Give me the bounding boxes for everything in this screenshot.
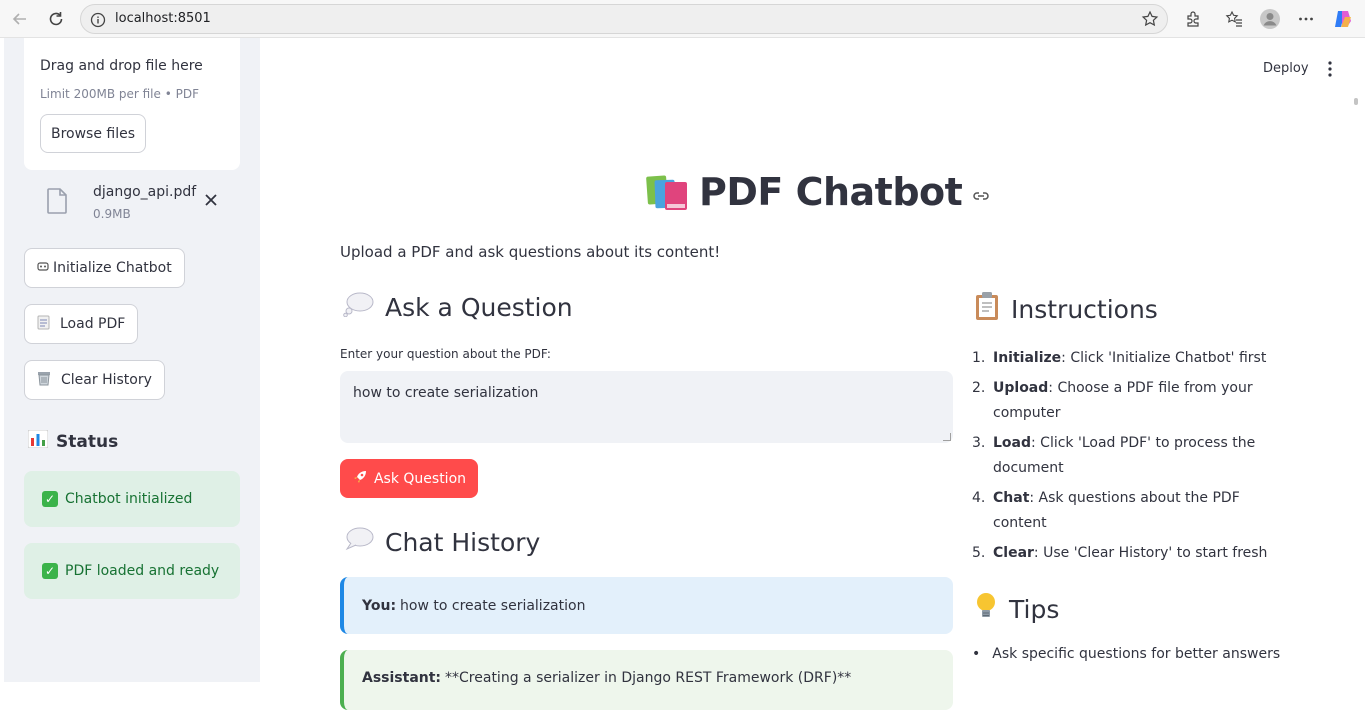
uploaded-file-item: django_api.pdf 0.9MB — [24, 178, 240, 226]
back-arrow-icon[interactable] — [8, 7, 32, 31]
page-title: PDF Chatbot — [645, 170, 990, 214]
message-text: **Creating a serializer in Django REST F… — [445, 670, 852, 686]
ask-question-heading: Ask a Question — [343, 291, 573, 323]
dropzone-title: Drag and drop file here — [40, 58, 203, 74]
instructions-title: Instructions — [1011, 294, 1158, 324]
list-item: • Ask specific questions for better answ… — [972, 646, 1280, 662]
address-bar[interactable]: localhost:8501 — [80, 4, 1168, 34]
list-item-bold: Clear — [993, 544, 1034, 561]
status-success-alert: ✓ Chatbot initialized — [24, 471, 240, 527]
light-bulb-icon — [973, 591, 999, 627]
chat-history-title: Chat History — [385, 527, 541, 557]
main-menu-icon[interactable] — [1323, 60, 1337, 78]
profile-avatar-icon[interactable] — [1258, 7, 1282, 31]
list-item: 4. Chat: Ask questions about the PDF con… — [972, 486, 1272, 537]
anchor-link-icon[interactable] — [972, 187, 990, 206]
list-item-bold: Upload — [993, 379, 1049, 396]
browser-toolbar: localhost:8501 — [0, 0, 1365, 38]
file-size: 0.9MB — [93, 207, 131, 221]
clipboard-icon — [973, 291, 1001, 327]
check-mark-icon: ✓ — [42, 491, 58, 507]
clear-history-label: Clear History — [61, 372, 152, 388]
trash-bin-icon — [37, 371, 51, 390]
initialize-chatbot-button[interactable]: Initialize Chatbot — [24, 248, 185, 288]
status-heading: Status — [27, 429, 119, 453]
browse-files-button[interactable]: Browse files — [40, 114, 146, 153]
tips-title: Tips — [1009, 594, 1060, 624]
list-item: 1. Initialize: Click 'Initialize Chatbot… — [972, 346, 1272, 372]
main-content: Deploy PDF Chatbot Upload a PDF and ask … — [260, 38, 1365, 710]
resize-handle[interactable] — [943, 433, 951, 441]
thought-bubble-icon — [343, 291, 375, 323]
extensions-icon[interactable] — [1181, 7, 1205, 31]
list-item: 2. Upload: Choose a PDF file from your c… — [972, 376, 1272, 427]
list-item-text: : Use 'Clear History' to start fresh — [1033, 544, 1268, 561]
load-pdf-label: Load PDF — [60, 316, 126, 332]
deploy-button[interactable]: Deploy — [1263, 61, 1309, 76]
instructions-list: 1. Initialize: Click 'Initialize Chatbot… — [972, 346, 1272, 570]
chat-message-user: You: how to create serialization — [340, 577, 953, 634]
title-text: PDF Chatbot — [699, 170, 963, 214]
tips-heading: Tips — [973, 591, 1059, 627]
initialize-chatbot-label: Initialize Chatbot — [53, 260, 172, 276]
list-number: 1. — [972, 350, 986, 366]
check-mark-icon: ✓ — [42, 563, 58, 579]
list-item-text: : Click 'Initialize Chatbot' first — [1061, 350, 1267, 366]
more-options-icon[interactable] — [1294, 7, 1318, 31]
ask-question-label: Ask Question — [373, 470, 467, 487]
favorites-icon[interactable] — [1222, 7, 1246, 31]
list-number: 3. — [972, 434, 986, 451]
list-number: 5. — [972, 544, 986, 561]
reload-icon[interactable] — [44, 7, 68, 31]
info-icon[interactable] — [90, 12, 106, 32]
sidebar: Drag and drop file here Limit 200MB per … — [4, 38, 260, 682]
dropzone-limit-text: Limit 200MB per file • PDF — [40, 87, 199, 101]
instructions-heading: Instructions — [973, 291, 1158, 327]
tips-list: • Ask specific questions for better answ… — [972, 646, 1280, 662]
bar-chart-icon — [27, 429, 49, 453]
status-success-alert: ✓ PDF loaded and ready — [24, 543, 240, 599]
message-role: Assistant: — [362, 670, 442, 686]
url-text: localhost:8501 — [115, 11, 211, 26]
rocket-icon — [352, 469, 368, 489]
chat-message-assistant: Assistant: **Creating a serializer in Dj… — [340, 650, 953, 710]
page-icon — [37, 315, 50, 334]
status-message: Chatbot initialized — [65, 491, 193, 507]
tip-text: Ask specific questions for better answer… — [992, 646, 1281, 662]
robot-icon — [37, 260, 49, 276]
star-icon[interactable] — [1141, 10, 1159, 32]
list-number: 2. — [972, 379, 986, 396]
message-text: how to create serialization — [400, 597, 586, 614]
speech-bubble-icon — [343, 526, 375, 558]
books-icon — [645, 172, 689, 212]
list-item-text: : Click 'Load PDF' to process the docume… — [993, 434, 1256, 477]
remove-file-close-icon[interactable] — [204, 193, 218, 211]
status-title: Status — [56, 431, 119, 452]
question-input-label: Enter your question about the PDF: — [340, 347, 551, 361]
ask-question-button[interactable]: Ask Question — [340, 459, 478, 498]
question-textarea-value: how to create serialization — [353, 385, 539, 401]
message-role: You: — [362, 597, 397, 614]
file-uploader-dropzone[interactable]: Drag and drop file here Limit 200MB per … — [24, 38, 240, 170]
list-item: 5. Clear: Use 'Clear History' to start f… — [972, 541, 1272, 567]
file-name: django_api.pdf — [93, 184, 197, 200]
subtitle: Upload a PDF and ask questions about its… — [340, 243, 721, 261]
question-textarea[interactable]: how to create serialization — [340, 371, 953, 443]
list-item-bold: Load — [993, 434, 1032, 451]
load-pdf-button[interactable]: Load PDF — [24, 304, 139, 344]
list-item-bold: Initialize — [993, 350, 1062, 366]
copilot-icon[interactable] — [1331, 7, 1355, 31]
list-item-bold: Chat — [993, 489, 1030, 506]
chat-history-heading: Chat History — [343, 526, 540, 558]
status-message: PDF loaded and ready — [65, 563, 220, 579]
ask-question-title: Ask a Question — [385, 292, 573, 322]
list-item-text: : Ask questions about the PDF content — [993, 489, 1240, 532]
bullet-icon: • — [972, 646, 981, 662]
list-item: 3. Load: Click 'Load PDF' to process the… — [972, 431, 1272, 482]
scrollbar-thumb[interactable] — [1354, 98, 1358, 105]
file-icon — [46, 188, 68, 218]
list-number: 4. — [972, 489, 986, 506]
clear-history-button[interactable]: Clear History — [24, 360, 165, 400]
